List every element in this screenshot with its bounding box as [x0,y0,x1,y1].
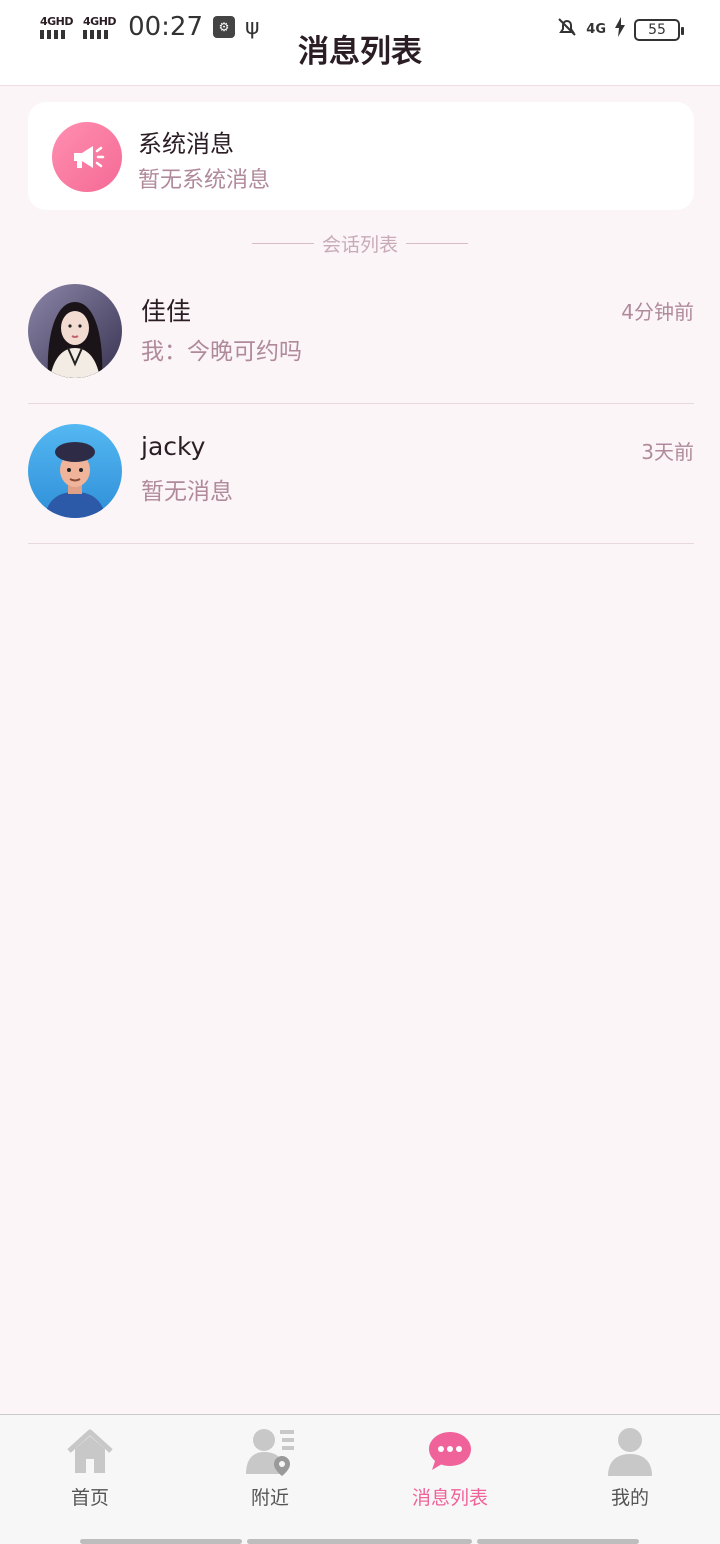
avatar [28,424,122,518]
system-message-title: 系统消息 [138,130,234,158]
home-icon [64,1425,116,1477]
conversation-item[interactable]: jacky 3天前 暂无消息 [28,404,694,544]
network-4g-label: 4G [586,22,606,37]
tab-label: 首页 [70,1487,109,1509]
conversation-last-message: 暂无消息 [141,479,233,505]
tab-messages[interactable]: 消息列表 [360,1415,540,1535]
status-bar: 4GHD 4GHD 00:27 ⚙ ψ 消息列表 4G 55 [0,0,720,86]
profile-icon [604,1425,656,1477]
charging-icon [614,17,626,42]
tab-label: 我的 [610,1487,649,1509]
avatar [28,284,122,378]
conversation-last-message: 我：今晚可约吗 [141,339,302,365]
tab-nearby[interactable]: 附近 [180,1415,360,1535]
conversation-list-divider: 会话列表 [0,230,720,257]
conversation-time: 3天前 [641,440,694,464]
bottom-tab-bar: 首页 附近 消息列表 我的 [0,1414,720,1544]
divider-line [406,243,468,244]
battery-level: 55 [648,21,666,38]
megaphone-icon [52,122,122,192]
divider-line [251,243,314,244]
conversation-time: 4分钟前 [621,300,694,324]
conversation-item[interactable]: 佳佳 4分钟前 我：今晚可约吗 [28,264,694,404]
gesture-bar [80,1539,242,1544]
status-right: 4G 55 [556,16,684,43]
gesture-bar [247,1539,472,1544]
tab-label: 附近 [250,1487,289,1509]
battery-icon: 55 [634,18,684,41]
tab-label: 消息列表 [411,1487,488,1509]
conversation-name: 佳佳 [141,297,192,326]
nearby-icon [244,1425,296,1477]
system-message-subtitle: 暂无系统消息 [138,168,271,193]
network-label: 4GHD [83,14,117,28]
chat-bubble-icon [424,1425,476,1477]
tab-profile[interactable]: 我的 [540,1415,720,1535]
conversation-name: jacky [141,432,206,461]
tab-home[interactable]: 首页 [0,1415,180,1535]
divider-label: 会话列表 [321,234,398,256]
system-message-card[interactable]: 系统消息 暂无系统消息 [28,102,694,210]
gesture-bar [477,1539,639,1544]
mute-bell-icon [556,16,578,43]
network-label: 4GHD [40,14,74,28]
